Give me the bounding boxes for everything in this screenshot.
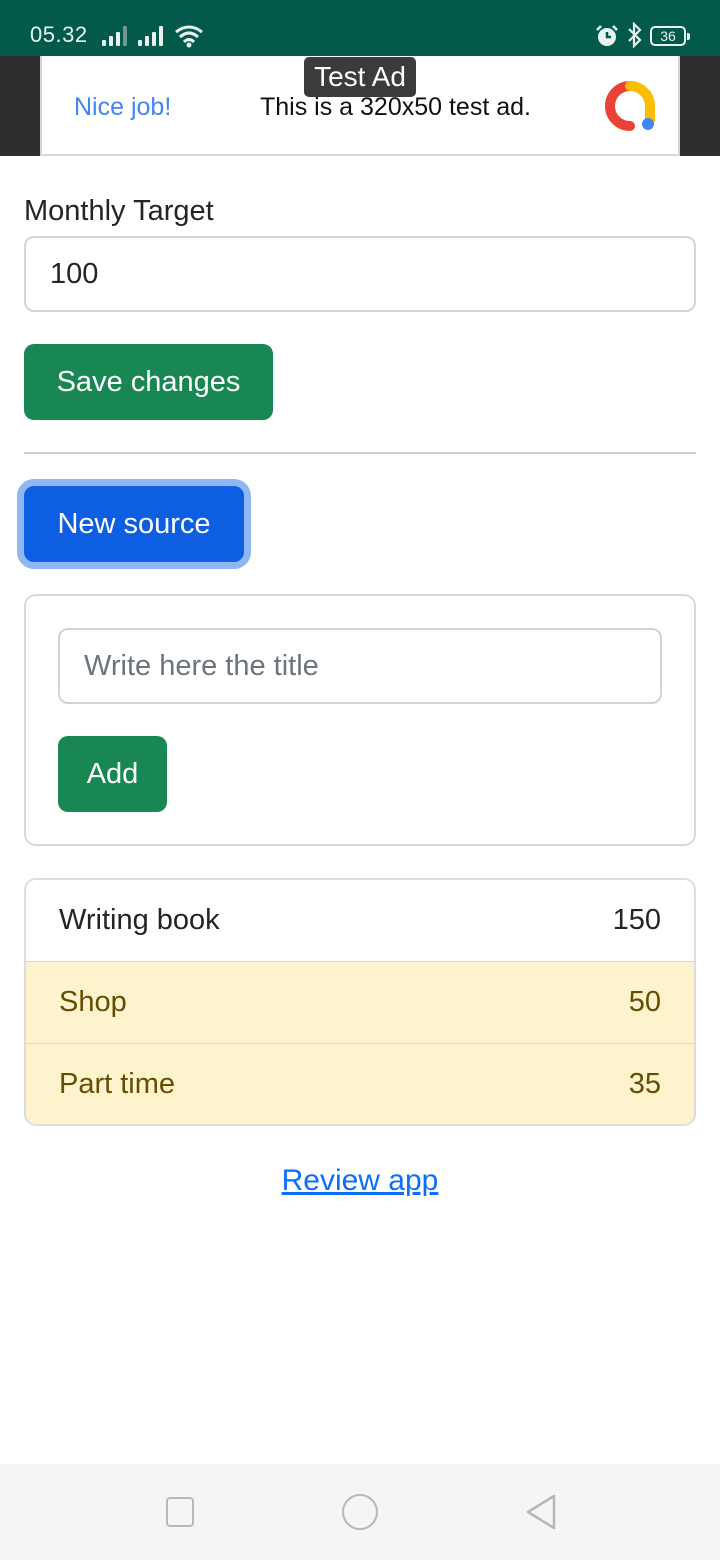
- monthly-target-input[interactable]: [24, 236, 696, 312]
- source-title-input[interactable]: [58, 628, 662, 704]
- status-time: 05.32: [30, 22, 88, 47]
- test-ad-badge: Test Ad: [304, 57, 416, 97]
- source-value: 35: [628, 1068, 661, 1100]
- source-value: 150: [612, 904, 661, 936]
- save-changes-button[interactable]: Save changes: [24, 344, 273, 420]
- wifi-icon: [175, 25, 203, 48]
- signal-icon: [102, 26, 132, 46]
- list-item[interactable]: Writing book 150: [26, 880, 694, 962]
- signal-icon: [138, 26, 168, 46]
- list-item[interactable]: Part time 35: [26, 1043, 694, 1124]
- monthly-target-label: Monthly Target: [24, 195, 214, 227]
- status-bar: 05.32 36: [0, 0, 720, 56]
- ad-text[interactable]: This is a 320x50 test ad.: [260, 93, 531, 122]
- source-value: 50: [628, 986, 661, 1018]
- add-source-button[interactable]: Add: [58, 736, 167, 812]
- back-icon[interactable]: [524, 1494, 558, 1530]
- list-item[interactable]: Shop 50: [26, 961, 694, 1043]
- home-icon[interactable]: [342, 1494, 378, 1530]
- alarm-icon: [596, 25, 618, 46]
- admob-logo-icon[interactable]: [604, 80, 656, 132]
- source-name: Part time: [59, 1068, 176, 1100]
- review-app-link[interactable]: Review app: [0, 1164, 720, 1198]
- divider: [24, 452, 696, 454]
- source-name: Writing book: [59, 904, 220, 936]
- battery-icon: 36: [650, 26, 690, 46]
- new-source-button[interactable]: New source: [24, 486, 244, 562]
- recent-apps-icon[interactable]: [166, 1497, 194, 1527]
- bluetooth-icon: [628, 22, 642, 48]
- source-name: Shop: [59, 986, 127, 1018]
- source-list: Writing book 150 Shop 50 Part time 35: [24, 878, 696, 1126]
- ad-headline[interactable]: Nice job!: [74, 93, 171, 122]
